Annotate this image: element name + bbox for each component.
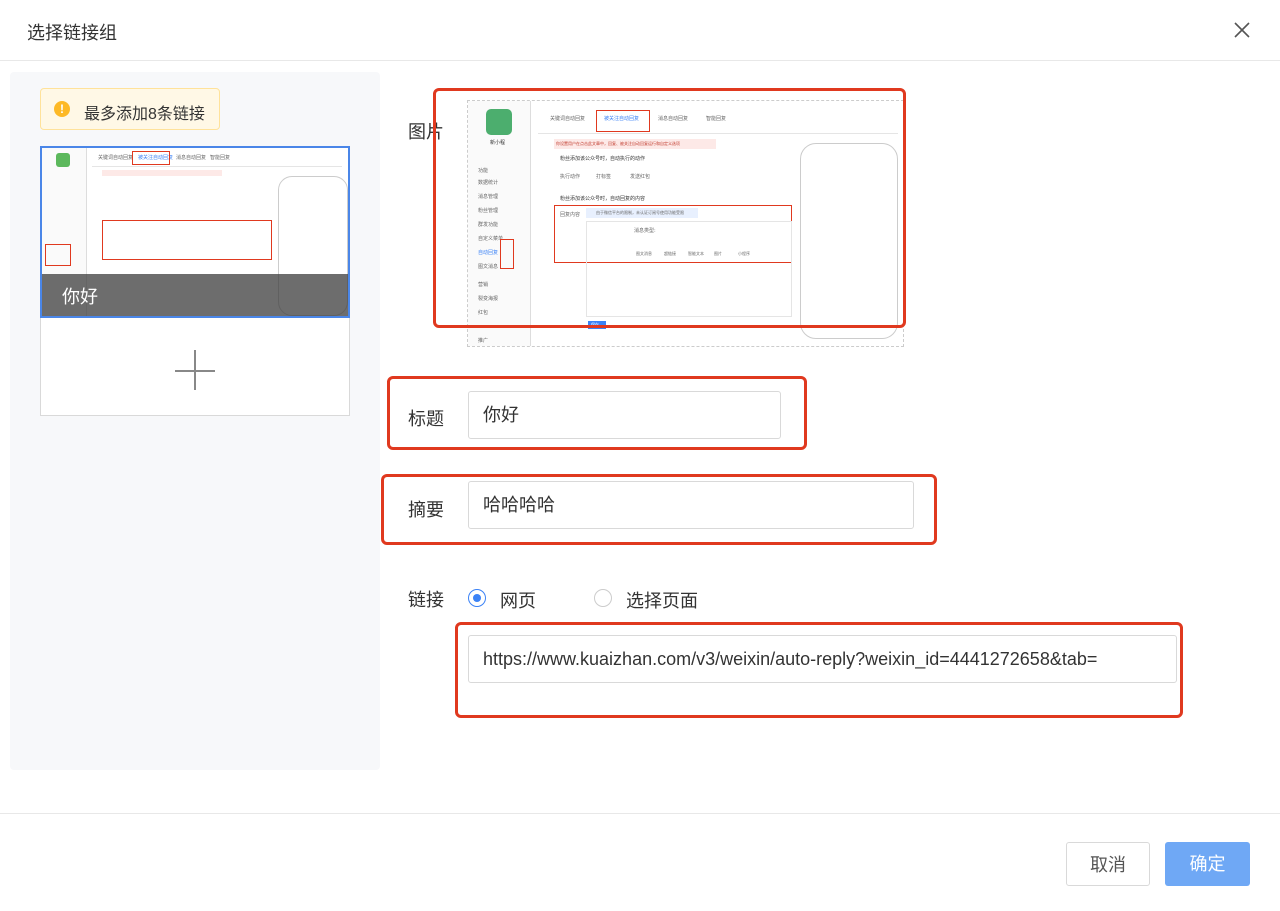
preview-notice: 你设置用户在点击此文章中，回复、被关注自动回复运行和自定义选项 [556, 141, 680, 146]
preview-side-item: 粉丝管理 [478, 208, 499, 214]
radio-select-page[interactable] [594, 589, 612, 607]
preview-row-label: 执行动作 [560, 174, 581, 180]
preview-save-label: 保存 [591, 322, 599, 327]
preview-tab: 消息自动回复 [658, 116, 689, 122]
thumb-tab: 智能回复 [210, 155, 231, 161]
preview-tab: 智能回复 [706, 116, 727, 122]
footer-divider [0, 813, 1280, 814]
dialog-header: 选择链接组 [0, 0, 1280, 61]
add-link-button[interactable] [40, 318, 350, 416]
summary-label: 摘要 [408, 500, 444, 520]
card-caption: 你好 [62, 287, 98, 307]
preview-side-item: 红包 [478, 310, 489, 316]
preview-row: 粉丝添加该公众号时，自动执行的动作 [560, 156, 646, 162]
card-caption-bar: 你好 [42, 274, 348, 316]
app-logo-icon [486, 109, 512, 135]
close-icon[interactable] [1230, 18, 1254, 42]
limit-notice: ! 最多添加8条链接 [40, 88, 220, 130]
preview-row: 粉丝添加该公众号时，自动回复的内容 [560, 196, 646, 202]
preview-tab: 关键词自动回复 [550, 116, 586, 122]
limit-notice-text: 最多添加8条链接 [84, 106, 205, 123]
preview-side-item: 消息管理 [478, 194, 499, 200]
thumb-tab: 关键词自动回复 [98, 155, 134, 161]
dialog-title: 选择链接组 [27, 23, 117, 43]
preview-side-item: 营销 [478, 282, 489, 288]
preview-app-name: 新小程 [490, 140, 506, 146]
preview-side-item: 功能 [478, 168, 489, 174]
radio-webpage-label[interactable]: 网页 [500, 587, 536, 613]
preview-side-item: 裂变海报 [478, 296, 499, 302]
title-input[interactable]: 你好 [468, 391, 781, 439]
link-label: 链接 [408, 590, 444, 610]
preview-side-item: 自动回复 [478, 250, 499, 256]
radio-webpage[interactable] [468, 589, 486, 607]
thumb-tab: 消息自动回复 [176, 155, 207, 161]
warning-icon: ! [54, 101, 70, 117]
cancel-button[interactable]: 取消 [1066, 842, 1150, 886]
image-label: 图片 [408, 122, 444, 142]
image-preview[interactable]: 新小程 功能 数据统计 消息管理 粉丝管理 群发功能 自定义菜单 自动回复 图文… [467, 100, 904, 347]
link-card-selected[interactable]: 关键词自动回复 被关注自动回复 消息自动回复 智能回复 你好 [40, 146, 350, 318]
preview-opt: 打标签 [596, 174, 612, 180]
confirm-button[interactable]: 确定 [1165, 842, 1250, 886]
card-thumbnail: 关键词自动回复 被关注自动回复 消息自动回复 智能回复 你好 [42, 148, 348, 316]
preview-opt: 发送红包 [630, 174, 651, 180]
title-label: 标题 [408, 409, 444, 429]
radio-select-page-label[interactable]: 选择页面 [626, 587, 698, 613]
preview-side-item: 推广 [478, 338, 489, 344]
link-url-input[interactable]: https://www.kuaizhan.com/v3/weixin/auto-… [468, 635, 1177, 683]
preview-side-item: 图文消息 [478, 264, 499, 270]
preview-side-item: 群发功能 [478, 222, 499, 228]
summary-input[interactable]: 哈哈哈哈 [468, 481, 914, 529]
preview-side-item: 数据统计 [478, 180, 499, 186]
